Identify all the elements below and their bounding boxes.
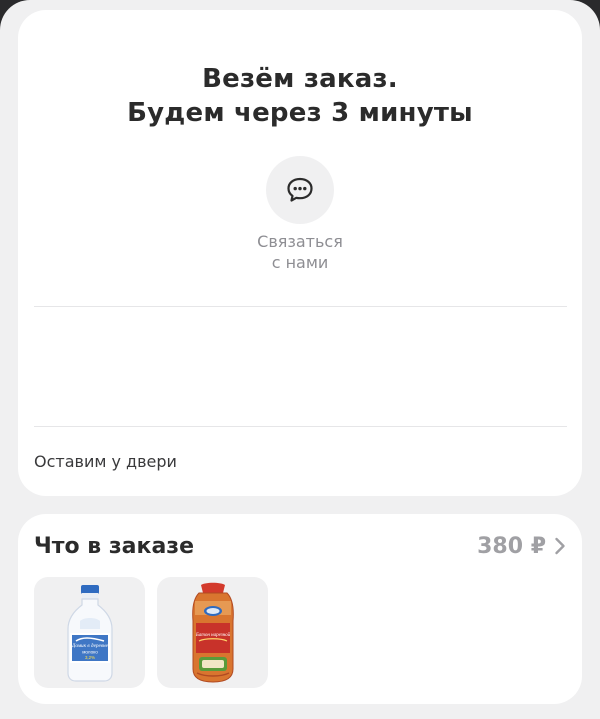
- status-title-line2: Будем через 3 минуты: [127, 98, 473, 128]
- order-contents-title: Что в заказе: [34, 533, 194, 559]
- delivery-instruction: Оставим у двери: [34, 452, 177, 471]
- order-contents-card: Что в заказе 380 ₽ Домик в деревне молок…: [18, 514, 582, 704]
- milk-bottle-icon: Домик в деревне молоко 3,2%: [66, 584, 113, 682]
- milk-fat-text: 3,2%: [84, 655, 94, 660]
- order-contents-header[interactable]: Что в заказе 380 ₽: [34, 532, 566, 560]
- order-total-price: 380 ₽: [477, 533, 546, 559]
- order-status-card: Везём заказ. Будем через 3 минуты Связат…: [18, 10, 582, 496]
- app-screen: Везём заказ. Будем через 3 минуты Связат…: [0, 0, 600, 719]
- order-item-bread[interactable]: Батон нарезной: [157, 577, 268, 688]
- chat-bubble-icon: [287, 177, 313, 202]
- bread-bag-icon: Батон нарезной: [191, 582, 234, 683]
- contact-us-button[interactable]: [266, 156, 334, 224]
- milk-product-text: молоко: [82, 649, 98, 654]
- chevron-right-icon: [555, 537, 565, 555]
- status-title: Везём заказ. Будем через 3 минуты: [18, 62, 582, 130]
- bottom-sheet: Везём заказ. Будем через 3 минуты Связат…: [0, 0, 600, 719]
- order-item-milk[interactable]: Домик в деревне молоко 3,2%: [34, 577, 145, 688]
- contact-label-line1: Связаться: [257, 232, 343, 251]
- contact-label-line2: с нами: [271, 253, 329, 272]
- divider: [34, 426, 567, 427]
- milk-brand-text: Домик в деревне: [71, 642, 109, 649]
- status-title-line1: Везём заказ.: [202, 64, 398, 94]
- order-total: 380 ₽: [477, 534, 566, 559]
- courier-info-area: [34, 307, 567, 425]
- bread-name-text: Батон нарезной: [194, 632, 230, 638]
- order-items-list: Домик в деревне молоко 3,2% Батон нарезн…: [34, 577, 268, 688]
- contact-us-label[interactable]: Связаться с нами: [200, 231, 400, 273]
